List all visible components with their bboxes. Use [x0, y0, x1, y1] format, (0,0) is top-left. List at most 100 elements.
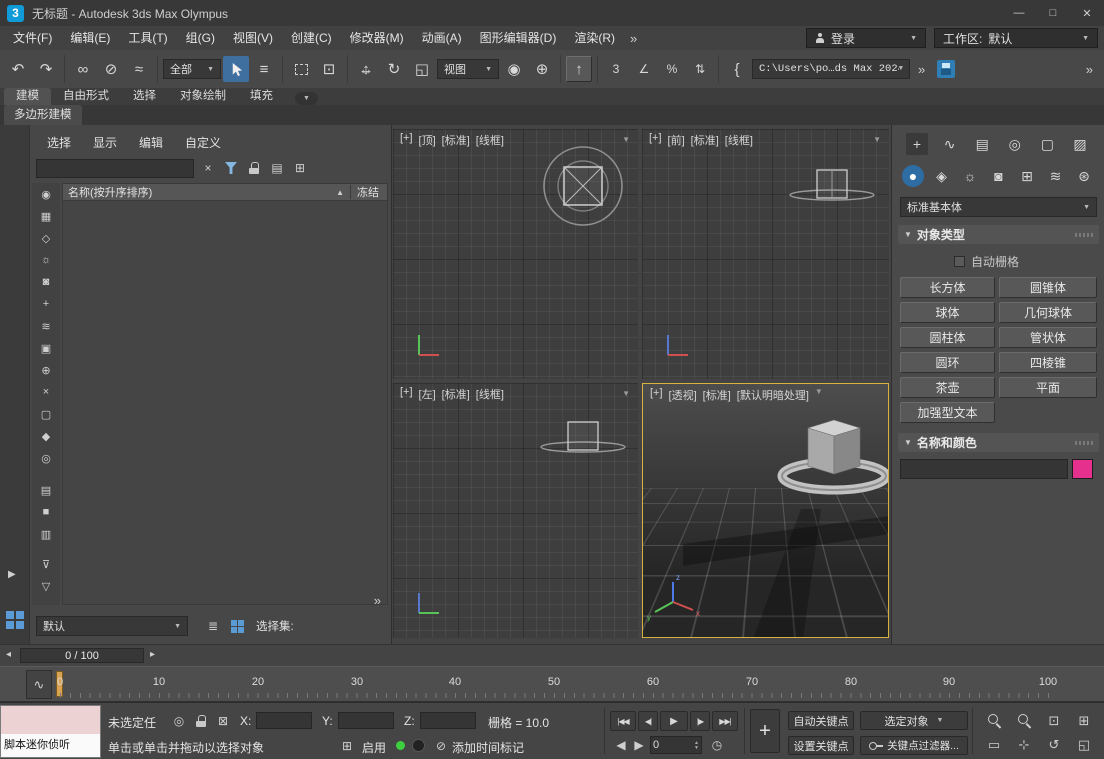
macro-recorder-pane[interactable] [1, 706, 100, 734]
pyramid-button[interactable]: 四棱锥 [999, 352, 1097, 373]
track-bar[interactable]: ∿ 0 10 20 30 40 50 60 70 80 90 100 [0, 666, 1104, 702]
go-to-start-button[interactable]: |◀◀ [610, 711, 636, 731]
spacewarps-category-icon[interactable]: ≋ [1045, 165, 1067, 187]
z-coordinate-field[interactable] [420, 712, 476, 729]
box-button[interactable]: 长方体 [900, 277, 995, 298]
ribbon-tab-populate[interactable]: 填充 [238, 88, 285, 105]
explorer-menu-customize[interactable]: 自定义 [174, 134, 232, 151]
time-configuration-icon[interactable]: ◷ [708, 736, 726, 754]
maximize-button[interactable]: □ [1036, 0, 1070, 26]
materials-filter-icon[interactable]: ◆ [38, 428, 54, 444]
tube-button[interactable]: 管状体 [999, 327, 1097, 348]
column-view-icon[interactable]: ▥ [38, 526, 54, 542]
ribbon-tab-selection[interactable]: 选择 [121, 88, 168, 105]
menu-animation[interactable]: 动画(A) [413, 26, 471, 50]
select-by-name-button[interactable]: ≡ [251, 56, 277, 82]
cylinder-button[interactable]: 圆柱体 [900, 327, 995, 348]
progressive-display-icon[interactable]: ⊞ [338, 737, 356, 755]
cameras-filter-icon[interactable]: ◙ [38, 274, 54, 290]
menu-views[interactable]: 视图(V) [224, 26, 282, 50]
selection-lock-icon[interactable] [192, 712, 210, 730]
explorer-search-input[interactable] [36, 159, 194, 178]
helpers-category-icon[interactable]: ⊞ [1016, 165, 1038, 187]
selection-region-button[interactable] [288, 56, 314, 82]
zoom-icon[interactable] [980, 710, 1008, 731]
go-to-end-button[interactable]: ▶▶| [712, 711, 738, 731]
ribbon-tab-freeform[interactable]: 自由形式 [51, 88, 121, 105]
selection-filter-dropdown[interactable]: 全部 ▼ [163, 59, 221, 79]
detail-view-icon[interactable]: ■ [38, 504, 54, 520]
viewport-menu-standard[interactable]: [标准] [440, 386, 472, 402]
add-time-tag-label[interactable]: 添加时间标记 [452, 739, 524, 756]
viewport-layout-tabs-icon[interactable] [6, 611, 24, 629]
frozen-column-header[interactable]: 冻结 [357, 184, 387, 200]
viewport-front[interactable]: [+] [前] [标准] [线框] ▼ [642, 129, 889, 379]
zoom-extents-all-icon[interactable]: ⊞ [1070, 710, 1098, 731]
select-object-button[interactable] [223, 56, 249, 82]
menu-group[interactable]: 组(G) [177, 26, 224, 50]
selection-set-dropdown[interactable]: 选定对象 ▼ [860, 711, 968, 730]
next-frame-button[interactable]: |▶ [690, 711, 710, 731]
shapes-category-icon[interactable]: ◈ [931, 165, 953, 187]
toolbar-overflow-icon[interactable]: » [1080, 62, 1099, 77]
lights-category-icon[interactable]: ☼ [959, 165, 981, 187]
close-button[interactable]: ✕ [1070, 0, 1104, 26]
ribbon-minimize-button[interactable]: ▼ [295, 92, 318, 105]
spacewarps-filter-icon[interactable]: ≋ [38, 318, 54, 334]
list-view-icon[interactable]: ▤ [38, 482, 54, 498]
expand-panel-icon[interactable]: ▶ [8, 569, 16, 580]
hierarchy-tab-icon[interactable]: ▤ [971, 133, 993, 155]
modify-tab-icon[interactable]: ∿ [939, 133, 961, 155]
viewport-menu-general[interactable]: [+] [398, 386, 415, 402]
mini-curve-editor-button[interactable]: ∿ [26, 670, 52, 699]
viewport-menu-general[interactable]: [+] [647, 132, 664, 148]
menu-file[interactable]: 文件(F) [4, 26, 61, 50]
viewport-menu-pov[interactable]: [透视] [667, 387, 699, 403]
current-frame-field[interactable]: ▲ ▼ [650, 736, 702, 754]
torus-button[interactable]: 圆环 [900, 352, 995, 373]
project-folder-dropdown[interactable]: C:\Users\po…ds Max 2024 ▼ [752, 59, 910, 79]
viewport-menu-shading[interactable]: [线框] [474, 132, 506, 148]
visibility-toggle-icon[interactable]: ◎ [38, 450, 54, 466]
teapot-button[interactable]: 茶壶 [900, 377, 995, 398]
select-and-move-button[interactable]: ↔ ↕ [353, 56, 379, 82]
step-forward-icon[interactable]: ▶ [630, 736, 648, 754]
degradation-toggle-icon[interactable] [412, 739, 425, 752]
workspace-dropdown[interactable]: 工作区: 默认 ▼ [934, 28, 1098, 48]
lock-selection-icon[interactable] [245, 159, 263, 177]
menu-overflow-icon[interactable]: » [624, 31, 643, 46]
sort-ascending-icon[interactable]: ▲ [336, 188, 344, 197]
viewport-menu-standard[interactable]: [标准] [701, 387, 733, 403]
spinner-down-icon[interactable]: ▼ [694, 746, 699, 750]
geosphere-button[interactable]: 几何球体 [999, 302, 1097, 323]
snap-toggle-3d[interactable]: 3 [603, 56, 629, 82]
explorer-menu-select[interactable]: 选择 [36, 134, 82, 151]
explorer-overflow-icon[interactable]: » [368, 593, 387, 608]
maxscript-mini-listener[interactable]: 脚本迷你侦听 [0, 705, 101, 758]
menu-rendering[interactable]: 渲染(R) [565, 26, 624, 50]
save-file-button[interactable] [933, 56, 959, 82]
menu-modifiers[interactable]: 修改器(M) [341, 26, 413, 50]
display-all-filter-icon[interactable]: ◉ [38, 186, 54, 202]
keyboard-override-toggle[interactable]: ↑ [566, 56, 592, 82]
explorer-menu-edit[interactable]: 编辑 [128, 134, 174, 151]
ribbon-panel-polygon-modeling[interactable]: 多边形建模 [4, 105, 82, 125]
motion-tab-icon[interactable]: ◎ [1004, 133, 1026, 155]
zoom-extents-icon[interactable]: ⊡ [1040, 710, 1068, 731]
key-filters-button[interactable]: 关键点过滤器... [860, 736, 968, 755]
app-icon[interactable]: 3 [7, 5, 24, 22]
menu-tools[interactable]: 工具(T) [119, 26, 176, 50]
minimize-button[interactable]: — [1002, 0, 1036, 26]
select-children-toggle-icon[interactable]: ▤ [268, 159, 286, 177]
redo-button[interactable]: ↷ [33, 56, 59, 82]
play-button[interactable]: ▶ [660, 711, 688, 731]
filter-funnel-icon[interactable] [222, 159, 240, 177]
create-tab-icon[interactable]: + [906, 133, 928, 155]
angle-snap-toggle[interactable]: ∠ [631, 56, 657, 82]
geometry-filter-icon[interactable]: ▦ [38, 208, 54, 224]
x-coordinate-field[interactable] [256, 712, 312, 729]
time-tag-icon[interactable]: ⊘ [432, 737, 450, 755]
shapes-filter-icon[interactable]: ◇ [38, 230, 54, 246]
viewport-menu-pov[interactable]: [前] [666, 132, 687, 148]
toolbar-overflow-icon[interactable]: » [912, 62, 931, 77]
